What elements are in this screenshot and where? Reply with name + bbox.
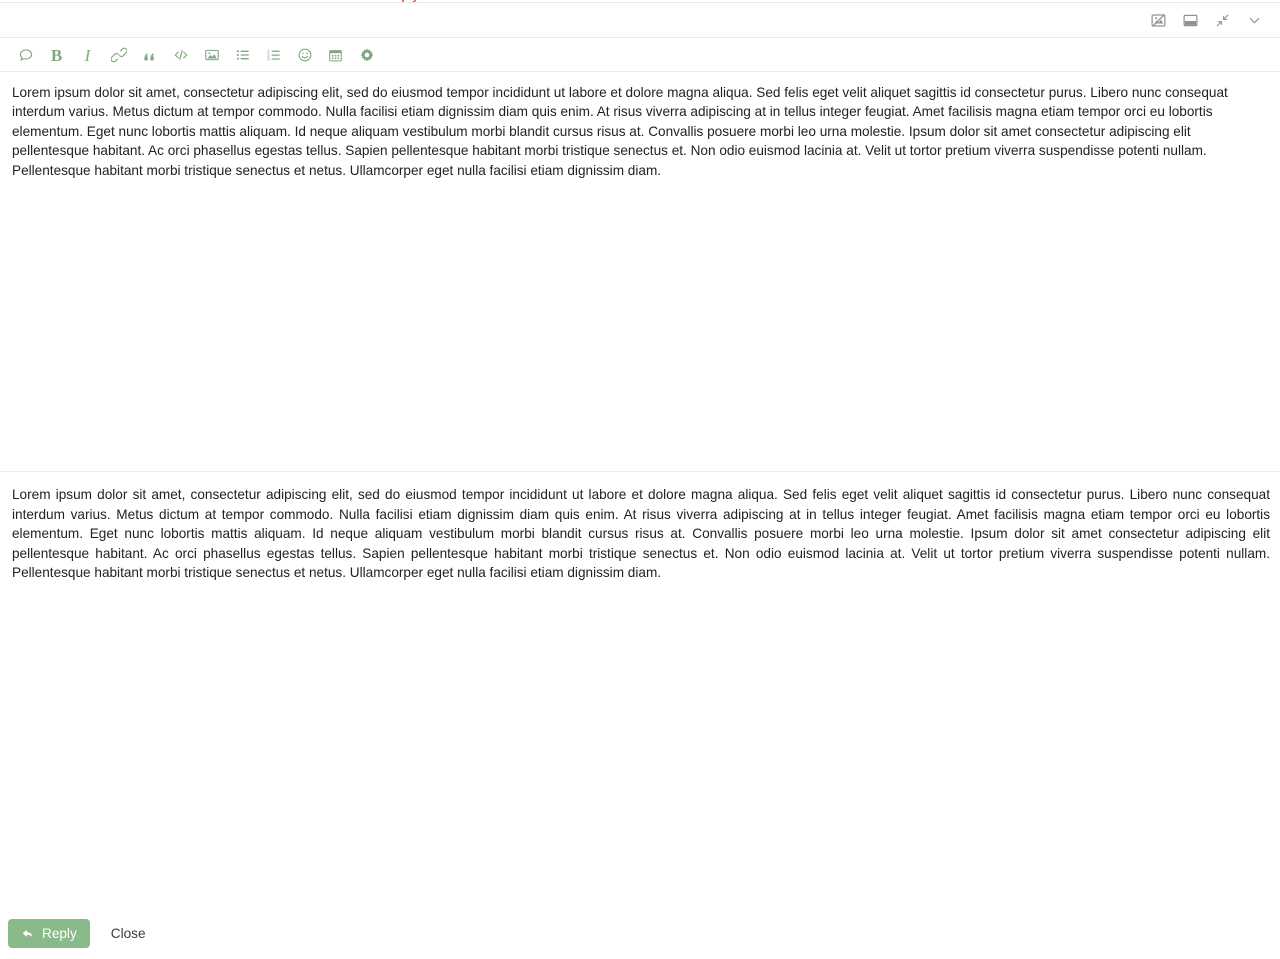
options-gear-icon[interactable] <box>351 41 382 69</box>
toggle-preview-icon[interactable] <box>1142 5 1174 35</box>
quote-icon[interactable] <box>10 41 41 69</box>
code-icon[interactable] <box>165 41 196 69</box>
composer-editor-text[interactable]: Lorem ipsum dolor sit amet, consectetur … <box>12 83 1257 180</box>
calendar-icon[interactable] <box>320 41 351 69</box>
image-icon[interactable] <box>196 41 227 69</box>
composer-preview-pane: Lorem ipsum dolor sit amet, consectetur … <box>0 473 1280 908</box>
composer-header <box>0 3 1280 38</box>
composer-preview-text: Lorem ipsum dolor sit amet, consectetur … <box>12 487 1270 581</box>
chevron-down-icon[interactable] <box>1238 5 1270 35</box>
reply-button[interactable]: Reply <box>8 919 90 948</box>
italic-glyph: I <box>84 45 91 65</box>
blockquote-icon[interactable] <box>134 41 165 69</box>
composer-footer: Reply Close <box>0 908 1280 959</box>
reply-arrow-icon <box>21 927 35 941</box>
emoji-icon[interactable] <box>289 41 320 69</box>
bold-icon[interactable]: B <box>41 41 72 69</box>
toggle-fullscreen-icon[interactable] <box>1174 5 1206 35</box>
composer-toolbar: B I 1 2 3 <box>0 39 1280 72</box>
bulleted-list-icon[interactable] <box>227 41 258 69</box>
svg-text:3: 3 <box>266 57 269 63</box>
bold-glyph: B <box>50 45 63 65</box>
numbered-list-icon[interactable]: 1 2 3 <box>258 41 289 69</box>
close-button[interactable]: Close <box>99 919 158 948</box>
composer-editor-pane[interactable]: Lorem ipsum dolor sit amet, consectetur … <box>0 72 1280 472</box>
reply-button-label: Reply <box>42 926 77 941</box>
italic-icon[interactable]: I <box>72 41 103 69</box>
exit-fullscreen-icon[interactable] <box>1206 5 1238 35</box>
link-icon[interactable] <box>103 41 134 69</box>
